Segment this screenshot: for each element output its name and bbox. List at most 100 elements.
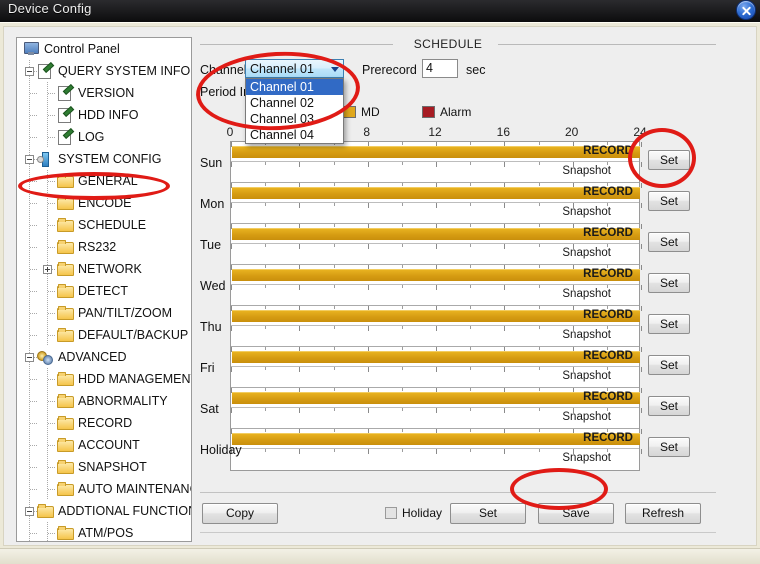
checkbox-box[interactable] bbox=[385, 507, 397, 519]
refresh-button[interactable]: Refresh bbox=[625, 503, 701, 524]
tree-item-addtional-function[interactable]: ADDTIONAL FUNCTION bbox=[17, 500, 191, 522]
prerecord-input[interactable]: 4 bbox=[422, 59, 458, 78]
tree-connector-stub bbox=[48, 335, 56, 336]
holiday-checkbox[interactable]: Holiday bbox=[385, 506, 442, 520]
set-button-slot: Set bbox=[648, 305, 704, 346]
channel-select[interactable]: Channel 01 bbox=[245, 59, 344, 78]
tree-item-schedule[interactable]: SCHEDULE bbox=[17, 214, 191, 236]
tree-item-log[interactable]: LOG bbox=[17, 126, 191, 148]
tree-item-control-panel[interactable]: Control Panel bbox=[17, 38, 191, 60]
schedule-bar[interactable] bbox=[232, 433, 640, 445]
schedule-track[interactable]: Snapshot bbox=[231, 285, 642, 305]
row-set-button[interactable]: Set bbox=[648, 232, 690, 252]
schedule-track[interactable]: RECORD bbox=[231, 306, 642, 326]
schedule-track[interactable]: Snapshot bbox=[231, 367, 642, 387]
schedule-bar[interactable] bbox=[232, 392, 640, 404]
schedule-bar[interactable] bbox=[232, 269, 640, 281]
x-tick-label: 20 bbox=[564, 125, 579, 139]
schedule-bar[interactable] bbox=[232, 310, 640, 322]
save-button[interactable]: Save bbox=[538, 503, 614, 524]
channel-option[interactable]: Channel 02 bbox=[246, 95, 343, 111]
tree-item-rs232[interactable]: RS232 bbox=[17, 236, 191, 258]
row-set-button[interactable]: Set bbox=[648, 273, 690, 293]
track-label: Snapshot bbox=[562, 206, 611, 218]
x-tick-label: 12 bbox=[428, 125, 442, 139]
schedule-track[interactable]: Snapshot bbox=[231, 408, 642, 428]
schedule-grid[interactable]: RECORD Snapshot RECORD Snapshot RECORD Snapsh… bbox=[230, 141, 642, 471]
tree-item-label: RECORD bbox=[78, 415, 133, 430]
channel-option[interactable]: Channel 04 bbox=[246, 127, 343, 143]
tree-item-detect[interactable]: DETECT bbox=[17, 280, 191, 302]
collapse-minus-icon[interactable] bbox=[25, 353, 34, 362]
folder-icon bbox=[57, 526, 74, 540]
tree-item-version[interactable]: VERSION bbox=[17, 82, 191, 104]
schedule-bar[interactable] bbox=[232, 228, 640, 240]
tree-item-atm-pos[interactable]: ATM/POS bbox=[17, 522, 191, 541]
channel-select-options[interactable]: Channel 01 Channel 02 Channel 03 Channel 04 bbox=[245, 78, 344, 144]
copy-button[interactable]: Copy bbox=[202, 503, 278, 524]
row-set-button[interactable]: Set bbox=[648, 355, 690, 375]
tree-item-general[interactable]: GENERAL bbox=[17, 170, 191, 192]
note-icon bbox=[57, 108, 73, 123]
schedule-track[interactable]: Snapshot bbox=[231, 162, 642, 182]
schedule-track[interactable]: RECORD bbox=[231, 183, 642, 203]
schedule-track[interactable]: RECORD bbox=[231, 388, 642, 408]
set-button[interactable]: Set bbox=[450, 503, 526, 524]
schedule-track[interactable]: Snapshot bbox=[231, 203, 642, 223]
schedule-track[interactable]: RECORD bbox=[231, 429, 642, 449]
schedule-track[interactable]: RECORD bbox=[231, 224, 642, 244]
tree-item-network[interactable]: NETWORK bbox=[17, 258, 191, 280]
track-label: Snapshot bbox=[562, 165, 611, 177]
collapse-minus-icon[interactable] bbox=[25, 155, 34, 164]
schedule-day-row: RECORD Snapshot bbox=[231, 306, 642, 347]
expand-plus-icon[interactable] bbox=[43, 265, 52, 274]
schedule-track[interactable]: RECORD bbox=[231, 265, 642, 285]
collapse-minus-icon[interactable] bbox=[25, 67, 34, 76]
tree-connector-stub bbox=[30, 181, 38, 182]
schedule-track[interactable]: Snapshot bbox=[231, 244, 642, 264]
row-set-button[interactable]: Set bbox=[648, 396, 690, 416]
schedule-track[interactable]: RECORD bbox=[231, 347, 642, 367]
x-tick-label: 24 bbox=[633, 125, 647, 139]
tree-item-snapshot[interactable]: SNAPSHOT bbox=[17, 456, 191, 478]
tree-item-label: RS232 bbox=[78, 239, 117, 254]
tree-item-advanced[interactable]: ADVANCED bbox=[17, 346, 191, 368]
tree-connector-stub bbox=[30, 379, 38, 380]
tree-connector-stub bbox=[48, 291, 56, 292]
tree-connector-stub bbox=[48, 225, 56, 226]
schedule-track[interactable]: RECORD bbox=[231, 142, 642, 162]
tree-item-auto-maintenanc[interactable]: AUTO MAINTENANC bbox=[17, 478, 191, 500]
collapse-minus-icon[interactable] bbox=[25, 507, 34, 516]
row-set-button[interactable]: Set bbox=[648, 150, 690, 170]
channel-option[interactable]: Channel 01 bbox=[246, 79, 343, 95]
tree-item-account[interactable]: ACCOUNT bbox=[17, 434, 191, 456]
tree-item-default-backup[interactable]: DEFAULT/BACKUP bbox=[17, 324, 191, 346]
schedule-bar[interactable] bbox=[232, 187, 640, 199]
navigation-tree[interactable]: Control Panel QUERY SYSTEM INFO VERSION HDD… bbox=[16, 37, 192, 542]
client-area: Control Panel QUERY SYSTEM INFO VERSION HDD… bbox=[3, 26, 757, 546]
close-icon[interactable] bbox=[736, 0, 756, 20]
schedule-bar[interactable] bbox=[232, 146, 640, 158]
channel-option[interactable]: Channel 03 bbox=[246, 111, 343, 127]
row-set-button[interactable]: Set bbox=[648, 314, 690, 334]
schedule-track[interactable]: Snapshot bbox=[231, 326, 642, 346]
tree-item-record[interactable]: RECORD bbox=[17, 412, 191, 434]
tree-item-system-config[interactable]: SYSTEM CONFIG bbox=[17, 148, 191, 170]
tree-item-query-system-info[interactable]: QUERY SYSTEM INFO bbox=[17, 60, 191, 82]
tree-item-pan-tilt-zoom[interactable]: PAN/TILT/ZOOM bbox=[17, 302, 191, 324]
tree-item-encode[interactable]: ENCODE bbox=[17, 192, 191, 214]
channel-label: Channel bbox=[200, 63, 247, 77]
row-set-button[interactable]: Set bbox=[648, 437, 690, 457]
tree-connector-stub bbox=[48, 445, 56, 446]
row-set-button[interactable]: Set bbox=[648, 191, 690, 211]
tree-item-abnormality[interactable]: ABNORMALITY bbox=[17, 390, 191, 412]
schedule-bar[interactable] bbox=[232, 351, 640, 363]
folder-icon bbox=[57, 328, 74, 342]
tree-item-hdd-management[interactable]: HDD MANAGEMENT bbox=[17, 368, 191, 390]
row-set-button-column: Set Set Set Set Set Set Set Set bbox=[648, 141, 704, 469]
tree-item-label: Control Panel bbox=[44, 41, 120, 56]
tree-connector-stub bbox=[30, 247, 38, 248]
schedule-track[interactable]: Snapshot bbox=[231, 449, 642, 469]
tree-connector-stub bbox=[48, 203, 56, 204]
tree-item-hdd-info[interactable]: HDD INFO bbox=[17, 104, 191, 126]
